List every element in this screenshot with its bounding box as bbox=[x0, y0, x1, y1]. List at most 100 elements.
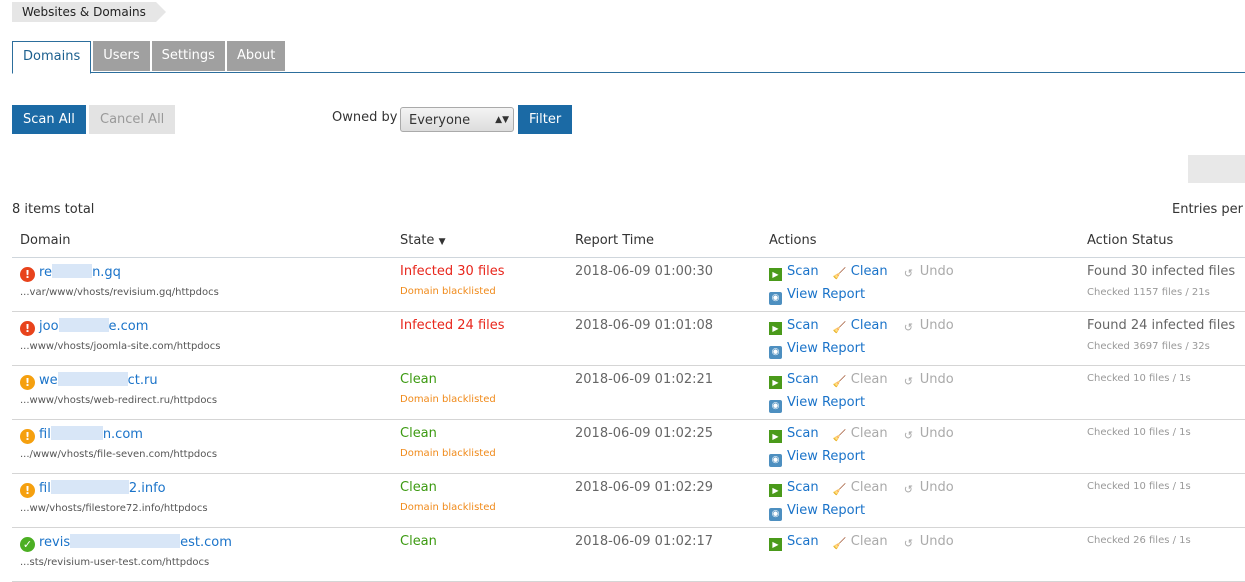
domain-link[interactable]: we ct.ru bbox=[39, 372, 158, 388]
undo-icon: ↺ bbox=[903, 267, 913, 280]
redacted-blur bbox=[52, 264, 93, 278]
cancel-all-button[interactable]: Cancel All bbox=[89, 105, 176, 134]
filter-button[interactable]: Filter bbox=[518, 105, 573, 134]
domain-link[interactable]: fil n.com bbox=[39, 426, 143, 442]
broom-icon: 🧹 bbox=[832, 429, 847, 442]
tab-settings[interactable]: Settings bbox=[151, 41, 225, 71]
domain-link[interactable]: re n.gq bbox=[39, 264, 121, 280]
sort-down-icon: ▼ bbox=[438, 237, 446, 247]
scan-action[interactable]: ▶ Scan bbox=[769, 264, 819, 281]
domain-path: .../www/vhosts/file-seven.com/httpdocs bbox=[20, 449, 218, 460]
col-domain[interactable]: Domain bbox=[20, 233, 70, 248]
warning-status-icon: ! bbox=[20, 429, 35, 444]
undo-action[interactable]: ↺ Undo bbox=[902, 318, 954, 334]
table-row: ! joo e.com ...www/vhosts/joomla-site.com/… bbox=[12, 312, 1245, 366]
view-report-link[interactable]: ◉ View Report bbox=[769, 341, 865, 359]
report-time: 2018-06-09 01:02:25 bbox=[575, 426, 714, 441]
clean-action[interactable]: 🧹 Clean bbox=[832, 534, 888, 550]
select-arrows-icon: ▲▼ bbox=[495, 115, 509, 125]
clean-action[interactable]: 🧹 Clean bbox=[833, 264, 888, 280]
view-report-link[interactable]: ◉ View Report bbox=[769, 287, 865, 305]
ok-status-icon: ✓ bbox=[20, 537, 35, 552]
undo-action[interactable]: ↺ Undo bbox=[902, 534, 954, 550]
checked-status: Checked 1157 files / 21s bbox=[1087, 287, 1210, 298]
blacklist-note: Domain blacklisted bbox=[400, 394, 496, 405]
col-report-time[interactable]: Report Time bbox=[575, 233, 654, 248]
entries-per-page-control[interactable] bbox=[1188, 155, 1245, 183]
undo-icon: ↺ bbox=[903, 429, 913, 442]
report-time: 2018-06-09 01:02:17 bbox=[575, 534, 714, 549]
play-icon: ▶ bbox=[769, 376, 782, 389]
undo-icon: ↺ bbox=[903, 321, 913, 334]
table-row: ! re n.gq ...var/www/vhosts/revisium.gq/ht… bbox=[12, 258, 1245, 312]
state-text: Infected 30 files bbox=[400, 264, 505, 279]
scan-action[interactable]: ▶ Scan bbox=[769, 372, 819, 389]
blacklist-note: Domain blacklisted bbox=[400, 502, 496, 513]
undo-icon: ↺ bbox=[903, 537, 913, 550]
col-state-label: State bbox=[400, 233, 435, 248]
breadcrumb[interactable]: Websites & Domains bbox=[12, 2, 166, 22]
owned-by-select[interactable]: Everyone ▲▼ bbox=[400, 107, 514, 132]
redacted-blur bbox=[70, 534, 181, 548]
undo-action[interactable]: ↺ Undo bbox=[902, 372, 954, 388]
redacted-blur bbox=[50, 426, 103, 440]
tab-domains[interactable]: Domains bbox=[12, 41, 92, 74]
scan-action[interactable]: ▶ Scan bbox=[769, 480, 819, 497]
domain-path: ...www/vhosts/joomla-site.com/httpdocs bbox=[20, 341, 221, 352]
undo-action[interactable]: ↺ Undo bbox=[902, 264, 954, 280]
play-icon: ▶ bbox=[769, 484, 782, 497]
found-status: Found 24 infected files bbox=[1087, 318, 1236, 333]
broom-icon: 🧹 bbox=[832, 321, 847, 334]
eye-icon: ◉ bbox=[769, 508, 782, 521]
view-report-link[interactable]: ◉ View Report bbox=[769, 503, 865, 521]
undo-action[interactable]: ↺ Undo bbox=[902, 426, 954, 442]
domain-path: ...www/vhosts/web-redirect.ru/httpdocs bbox=[20, 395, 218, 406]
play-icon: ▶ bbox=[769, 322, 782, 335]
tab-users[interactable]: Users bbox=[93, 41, 150, 71]
redacted-blur bbox=[50, 480, 129, 494]
table-row: ! fil 2.info ...ww/vhosts/filestore72.info… bbox=[12, 474, 1245, 528]
broom-icon: 🧹 bbox=[832, 375, 847, 388]
col-action-status[interactable]: Action Status bbox=[1087, 233, 1173, 248]
items-total: 8 items total bbox=[12, 202, 95, 217]
table-row: ! we ct.ru ...www/vhosts/web-redirect.ru/h… bbox=[12, 366, 1245, 420]
report-time: 2018-06-09 01:00:30 bbox=[575, 264, 714, 279]
redacted-blur bbox=[57, 372, 128, 386]
scan-all-button[interactable]: Scan All bbox=[12, 105, 86, 134]
clean-action[interactable]: 🧹 Clean bbox=[833, 480, 888, 496]
entries-per-label: Entries per bbox=[1171, 202, 1243, 217]
state-text: Clean bbox=[400, 426, 437, 441]
scan-action[interactable]: ▶ Scan bbox=[769, 318, 819, 335]
owned-by-value: Everyone bbox=[409, 113, 471, 128]
scan-action[interactable]: ▶ Scan bbox=[769, 534, 819, 551]
blacklist-note: Domain blacklisted bbox=[400, 448, 496, 459]
play-icon: ▶ bbox=[769, 430, 782, 443]
view-report-link[interactable]: ◉ View Report bbox=[769, 449, 865, 467]
tab-about[interactable]: About bbox=[226, 41, 286, 71]
state-text: Infected 24 files bbox=[400, 318, 505, 333]
checked-status: Checked 10 files / 1s bbox=[1087, 373, 1191, 384]
domain-link[interactable]: joo e.com bbox=[39, 318, 148, 334]
domain-link[interactable]: revis est.com bbox=[39, 534, 232, 550]
redacted-blur bbox=[58, 318, 109, 332]
state-text: Clean bbox=[400, 534, 437, 549]
eye-icon: ◉ bbox=[769, 292, 782, 305]
undo-action[interactable]: ↺ Undo bbox=[902, 480, 954, 496]
blacklist-note: Domain blacklisted bbox=[400, 286, 496, 297]
checked-status: Checked 10 files / 1s bbox=[1087, 427, 1191, 438]
play-icon: ▶ bbox=[769, 538, 782, 551]
broom-icon: 🧹 bbox=[832, 537, 847, 550]
checked-status: Checked 3697 files / 32s bbox=[1087, 341, 1210, 352]
clean-action[interactable]: 🧹 Clean bbox=[832, 318, 888, 334]
domain-link[interactable]: fil 2.info bbox=[39, 480, 166, 496]
state-text: Clean bbox=[400, 480, 437, 495]
col-state[interactable]: State ▼ bbox=[400, 233, 445, 248]
view-report-link[interactable]: ◉ View Report bbox=[769, 395, 865, 413]
tab-bar: Domains Users Settings About bbox=[12, 41, 1245, 74]
report-time: 2018-06-09 01:02:29 bbox=[575, 480, 714, 495]
clean-action[interactable]: 🧹 Clean bbox=[832, 426, 888, 442]
col-actions: Actions bbox=[769, 233, 817, 248]
error-status-icon: ! bbox=[20, 267, 35, 282]
clean-action[interactable]: 🧹 Clean bbox=[832, 372, 888, 388]
scan-action[interactable]: ▶ Scan bbox=[769, 426, 819, 443]
